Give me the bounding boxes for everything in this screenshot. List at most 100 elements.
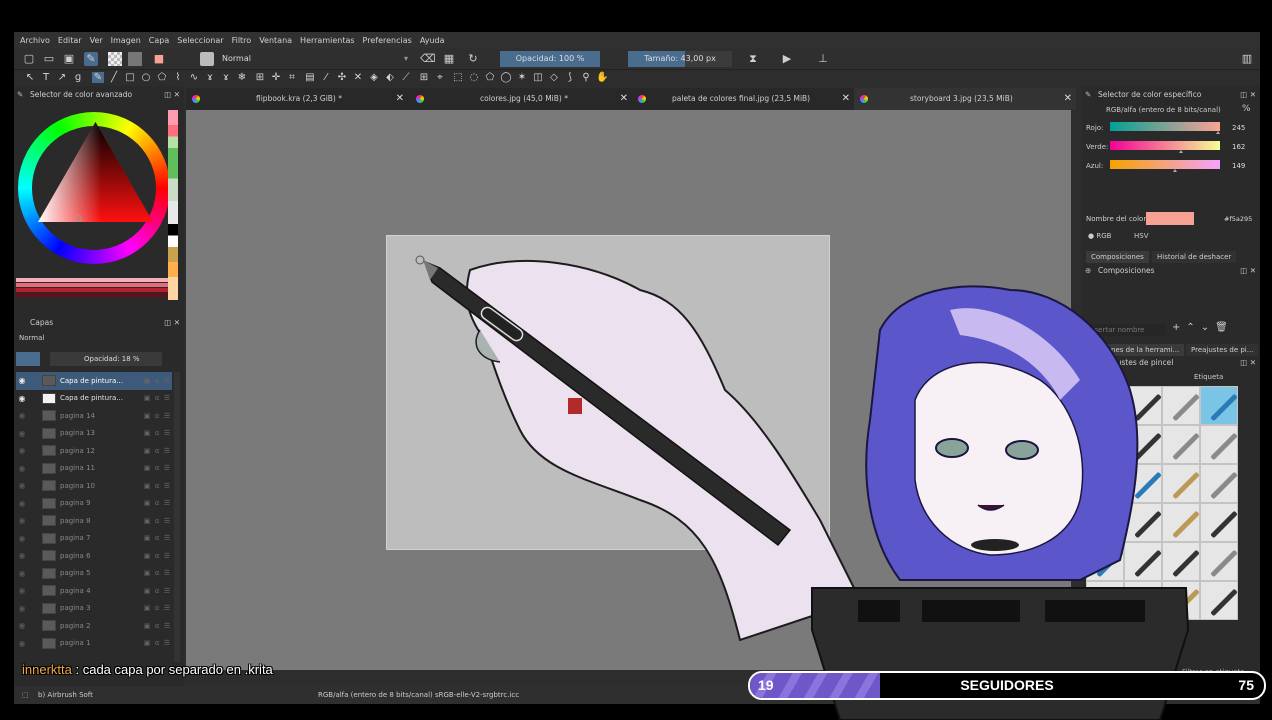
eye-icon[interactable]: ◉: [16, 394, 28, 403]
inherit-alpha-icon[interactable]: ☰: [162, 569, 172, 577]
brush-preset[interactable]: [1086, 386, 1124, 425]
canvas-area[interactable]: [186, 110, 1071, 670]
inherit-alpha-icon[interactable]: ☰: [162, 447, 172, 455]
layer-row[interactable]: ◉ pagina 4 ▣ α ☰: [16, 582, 172, 600]
menu-ver[interactable]: Ver: [90, 36, 103, 45]
measure-tool-icon[interactable]: ⟋: [400, 72, 412, 83]
eye-icon[interactable]: ◉: [16, 464, 28, 473]
inherit-alpha-icon[interactable]: ☰: [162, 534, 172, 542]
brush-preset[interactable]: [1200, 425, 1238, 464]
brush-preset[interactable]: [1162, 386, 1200, 425]
inherit-alpha-icon[interactable]: ☰: [162, 622, 172, 630]
mirror-vertical-icon[interactable]: ▶: [780, 52, 794, 66]
pointer-tool-icon[interactable]: ⌖: [434, 72, 446, 83]
layer-row[interactable]: ◉ pagina 5 ▣ α ☰: [16, 565, 172, 583]
freehand-select-icon[interactable]: ◯: [500, 72, 512, 83]
lock-icon[interactable]: ▣: [142, 569, 152, 577]
colorize-mask-icon[interactable]: ✕: [352, 72, 364, 83]
layer-row[interactable]: ◉ Capa de pintura... ▣ α ☰: [16, 372, 172, 390]
eye-icon[interactable]: ◉: [16, 376, 28, 385]
menu-editar[interactable]: Editar: [58, 36, 82, 45]
menu-ayuda[interactable]: Ayuda: [420, 36, 445, 45]
pan-tool-icon[interactable]: ✋: [596, 72, 608, 83]
composition-actions[interactable]: +⌃⌄🗑: [1172, 322, 1234, 333]
brush-preset[interactable]: [1200, 542, 1238, 581]
multibrush-icon[interactable]: ❄: [236, 72, 248, 83]
brush-preset[interactable]: [1086, 464, 1124, 503]
save-icon[interactable]: ▣: [62, 52, 76, 66]
tab-undo-history[interactable]: Historial de deshacer: [1152, 251, 1237, 263]
color-model-select[interactable]: RGB/alfa (entero de 8 bits/canal): [1106, 104, 1234, 116]
lock-icon[interactable]: ▣: [142, 499, 152, 507]
brush-preset[interactable]: [1124, 464, 1162, 503]
blue-slider[interactable]: [1110, 160, 1220, 172]
layer-opacity-slider[interactable]: Opacidad: 18 %: [50, 352, 162, 366]
eye-icon[interactable]: ◉: [16, 604, 28, 613]
layer-row[interactable]: ◉ pagina 1 ▣ α ☰: [16, 635, 172, 653]
brush-preset[interactable]: [1124, 581, 1162, 620]
alpha-lock-icon[interactable]: α: [152, 639, 162, 647]
layer-row[interactable]: ◉ pagina 8 ▣ α ☰: [16, 512, 172, 530]
mirror-horizontal-icon[interactable]: ⧗: [746, 52, 760, 66]
rectangle-tool-icon[interactable]: □: [124, 72, 136, 83]
alpha-lock-icon[interactable]: α: [152, 394, 162, 402]
zoom-tool-icon[interactable]: ⚲: [580, 72, 592, 83]
alpha-lock-icon[interactable]: α: [152, 464, 162, 472]
brush-preset[interactable]: [1200, 386, 1238, 425]
alpha-lock-icon[interactable]: ▦: [442, 52, 456, 66]
brush-preset[interactable]: [1086, 503, 1124, 542]
text-tool-icon[interactable]: T: [40, 72, 52, 83]
brush-preset[interactable]: [1124, 386, 1162, 425]
layer-row[interactable]: ◉ pagina 3 ▣ α ☰: [16, 600, 172, 618]
alpha-lock-icon[interactable]: α: [152, 534, 162, 542]
inherit-alpha-icon[interactable]: ☰: [162, 604, 172, 612]
pattern-icon[interactable]: [128, 52, 142, 66]
layer-row[interactable]: ◉ pagina 9 ▣ α ☰: [16, 495, 172, 513]
eye-icon[interactable]: ◉: [16, 499, 28, 508]
transform-tool-icon[interactable]: ⊞: [254, 72, 266, 83]
menu-filtro[interactable]: Filtro: [232, 36, 252, 45]
freehand-brush-icon[interactable]: ✎: [92, 72, 104, 83]
crop-tool-icon[interactable]: ⌗: [286, 72, 298, 83]
recent-colors-row-4[interactable]: [16, 293, 168, 297]
lock-icon[interactable]: ▣: [142, 604, 152, 612]
alpha-lock-icon[interactable]: α: [152, 429, 162, 437]
inherit-alpha-icon[interactable]: ☰: [162, 429, 172, 437]
brush-preset[interactable]: [1162, 581, 1200, 620]
ellipse-tool-icon[interactable]: ○: [140, 72, 152, 83]
brush-preset[interactable]: [1162, 542, 1200, 581]
layer-row[interactable]: ◉ pagina 2 ▣ α ☰: [16, 617, 172, 635]
green-slider-knob[interactable]: [1179, 150, 1183, 153]
inherit-alpha-icon[interactable]: ☰: [162, 639, 172, 647]
line-tool-icon[interactable]: ╱: [108, 72, 120, 83]
alpha-lock-icon[interactable]: α: [152, 552, 162, 560]
polyline-tool-icon[interactable]: ⌇: [172, 72, 184, 83]
open-folder-icon[interactable]: ▭: [42, 52, 56, 66]
bezier-select-icon[interactable]: ◇: [548, 72, 560, 83]
lock-icon[interactable]: ▣: [142, 552, 152, 560]
brush-preset[interactable]: [1162, 464, 1200, 503]
menu-herramientas[interactable]: Herramientas: [300, 36, 355, 45]
lock-icon[interactable]: ▣: [142, 394, 152, 402]
brush-preset[interactable]: [1086, 581, 1124, 620]
lock-icon[interactable]: ▣: [142, 429, 152, 437]
eye-icon[interactable]: ◉: [16, 446, 28, 455]
eye-icon[interactable]: ◉: [16, 639, 28, 648]
recent-colors-row-1[interactable]: [16, 278, 168, 282]
selection-icon[interactable]: ⬚: [22, 686, 29, 704]
alpha-lock-icon[interactable]: α: [152, 587, 162, 595]
tab-storyboard[interactable]: storyboard 3.jpg (23,5 MiB) ✕: [854, 88, 1076, 110]
polygon-select-icon[interactable]: ⬠: [484, 72, 496, 83]
blend-mode-select[interactable]: Normal: [218, 52, 410, 66]
green-value[interactable]: 162: [1232, 143, 1245, 151]
lock-icon[interactable]: ▣: [142, 622, 152, 630]
blue-value[interactable]: 149: [1232, 162, 1245, 170]
color-picker-icon[interactable]: ⁄: [320, 72, 332, 83]
opacity-slider[interactable]: Opacidad: 100 %: [500, 51, 600, 67]
eraser-icon[interactable]: ⌫: [420, 52, 436, 66]
lock-icon[interactable]: ▣: [142, 517, 152, 525]
close-icon[interactable]: ✕: [1064, 88, 1072, 110]
layer-row[interactable]: ◉ pagina 6 ▣ α ☰: [16, 547, 172, 565]
alpha-lock-icon[interactable]: α: [152, 482, 162, 490]
brush-preset-icon[interactable]: ✎: [84, 52, 98, 66]
